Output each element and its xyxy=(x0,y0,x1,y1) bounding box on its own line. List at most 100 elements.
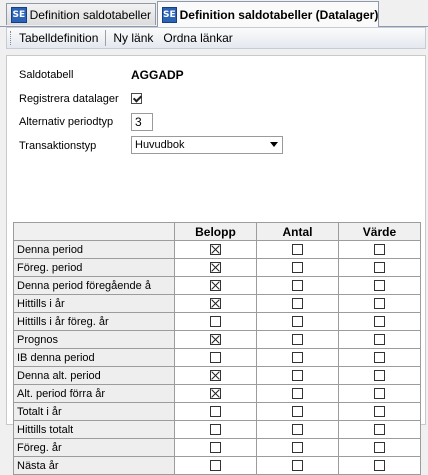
grid-checkbox[interactable] xyxy=(291,316,303,328)
column-header-antal[interactable]: Antal xyxy=(255,222,339,241)
grid-cell xyxy=(255,456,339,475)
grid-checkbox[interactable] xyxy=(209,244,221,256)
grid-cell xyxy=(337,330,422,349)
table-row: Alt. period förra år xyxy=(13,384,422,403)
row-label: Nästa år xyxy=(13,456,175,475)
tabelldefinition-button[interactable]: Tabelldefinition xyxy=(17,31,100,45)
saldo-grid: Belopp Antal Värde Denna period Föreg. pe… xyxy=(13,222,422,475)
table-row: Nästa år xyxy=(13,456,422,475)
grid-checkbox[interactable] xyxy=(209,316,221,328)
grid-cell xyxy=(337,312,422,331)
ordna-lankar-button[interactable]: Ordna länkar xyxy=(161,31,234,45)
grid-cell xyxy=(255,312,339,331)
grid-cell xyxy=(255,276,339,295)
grid-checkbox[interactable] xyxy=(209,298,221,310)
registrera-datalager-label: Registrera datalager xyxy=(19,93,119,105)
grid-checkbox[interactable] xyxy=(291,334,303,346)
grid-checkbox[interactable] xyxy=(209,370,221,382)
row-label: Hittills i år föreg. år xyxy=(13,312,175,331)
grid-checkbox[interactable] xyxy=(373,298,385,310)
saldotabell-label: Saldotabell xyxy=(19,69,74,81)
registrera-datalager-checkbox[interactable] xyxy=(131,93,142,104)
grid-checkbox[interactable] xyxy=(373,244,385,256)
grid-checkbox[interactable] xyxy=(209,262,221,274)
row-label: Prognos xyxy=(13,330,175,349)
tab-label: Definition saldotabeller xyxy=(29,7,151,22)
form-panel: Saldotabell AGGADP Registrera datalager … xyxy=(6,55,426,475)
grid-checkbox[interactable] xyxy=(291,424,303,436)
grid-cell xyxy=(255,438,339,457)
grid-cell xyxy=(173,240,257,259)
grid-cell xyxy=(337,438,422,457)
grid-checkbox[interactable] xyxy=(209,424,221,436)
grid-cell xyxy=(337,420,422,439)
grid-cell xyxy=(173,402,257,421)
tab-definition-saldotabeller[interactable]: SE Definition saldotabeller xyxy=(6,3,156,25)
grid-cell xyxy=(173,312,257,331)
registrera-datalager-checkbox-wrap xyxy=(131,93,142,107)
chevron-down-icon[interactable] xyxy=(270,142,278,147)
grid-checkbox[interactable] xyxy=(373,424,385,436)
grid-cell xyxy=(337,294,422,313)
grid-checkbox[interactable] xyxy=(373,406,385,418)
table-row: Hittills i år xyxy=(13,294,422,313)
grid-checkbox[interactable] xyxy=(291,244,303,256)
grid-checkbox[interactable] xyxy=(373,442,385,454)
grid-cell xyxy=(173,438,257,457)
grid-cell xyxy=(173,294,257,313)
toolbar-separator xyxy=(105,30,107,46)
grid-checkbox[interactable] xyxy=(209,460,221,472)
grid-checkbox[interactable] xyxy=(209,352,221,364)
grid-cell xyxy=(255,294,339,313)
grid-cell xyxy=(255,420,339,439)
grid-cell xyxy=(337,276,422,295)
grid-checkbox[interactable] xyxy=(373,316,385,328)
grid-checkbox[interactable] xyxy=(373,334,385,346)
grid-checkbox[interactable] xyxy=(291,442,303,454)
row-label: Föreg. år xyxy=(13,438,175,457)
grid-checkbox[interactable] xyxy=(291,388,303,400)
row-label: Denna period xyxy=(13,240,175,259)
grid-checkbox[interactable] xyxy=(209,280,221,292)
grid-checkbox[interactable] xyxy=(209,406,221,418)
grid-cell xyxy=(173,276,257,295)
grid-checkbox[interactable] xyxy=(373,280,385,292)
grid-checkbox[interactable] xyxy=(291,460,303,472)
grid-checkbox[interactable] xyxy=(373,352,385,364)
grid-checkbox[interactable] xyxy=(291,352,303,364)
grid-cell xyxy=(173,384,257,403)
grid-cell xyxy=(173,366,257,385)
grid-checkbox[interactable] xyxy=(291,280,303,292)
grid-checkbox[interactable] xyxy=(291,262,303,274)
grid-checkbox[interactable] xyxy=(209,442,221,454)
grid-cell xyxy=(173,348,257,367)
toolbar: Tabelldefinition Ny länk Ordna länkar xyxy=(6,27,426,49)
row-label: Föreg. period xyxy=(13,258,175,277)
tab-definition-saldotabeller-datalager[interactable]: SE Definition saldotabeller (Datalager) xyxy=(157,1,379,27)
toolbar-grip[interactable] xyxy=(10,31,14,45)
table-row: Denna alt. period xyxy=(13,366,422,385)
grid-corner-header xyxy=(13,222,175,241)
alternativ-periodtyp-input[interactable]: 3 xyxy=(131,113,153,131)
grid-checkbox[interactable] xyxy=(373,460,385,472)
grid-checkbox[interactable] xyxy=(373,388,385,400)
transaktionstyp-select[interactable]: Huvudbok xyxy=(131,136,283,154)
grid-cell xyxy=(173,258,257,277)
grid-checkbox[interactable] xyxy=(291,406,303,418)
ny-lank-button[interactable]: Ny länk xyxy=(111,31,155,45)
grid-checkbox[interactable] xyxy=(373,262,385,274)
row-label: Totalt i år xyxy=(13,402,175,421)
se-icon: SE xyxy=(162,6,177,23)
grid-checkbox[interactable] xyxy=(291,298,303,310)
grid-cell xyxy=(173,456,257,475)
column-header-varde[interactable]: Värde xyxy=(337,222,422,241)
grid-cell xyxy=(255,384,339,403)
column-header-belopp[interactable]: Belopp xyxy=(173,222,257,241)
grid-checkbox[interactable] xyxy=(209,334,221,346)
grid-cell xyxy=(173,420,257,439)
grid-cell xyxy=(173,330,257,349)
grid-checkbox[interactable] xyxy=(373,370,385,382)
grid-checkbox[interactable] xyxy=(291,370,303,382)
grid-checkbox[interactable] xyxy=(209,388,221,400)
table-row: Hittills totalt xyxy=(13,420,422,439)
